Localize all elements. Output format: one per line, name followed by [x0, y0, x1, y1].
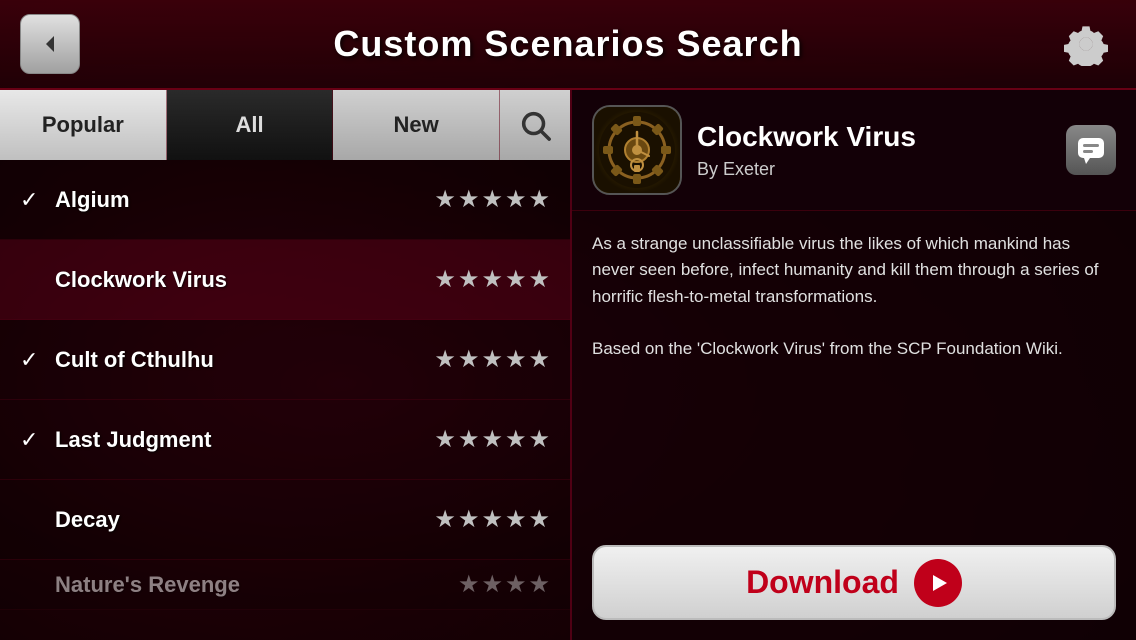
- back-button[interactable]: [20, 14, 80, 74]
- description-text: As a strange unclassifiable virus the li…: [592, 231, 1116, 310]
- list-item[interactable]: ✓ Last Judgment ★ ★ ★ ★ ★: [0, 400, 570, 480]
- check-icon: ✓: [20, 187, 50, 213]
- scenario-name: Cult of Cthulhu: [55, 347, 434, 373]
- tab-search[interactable]: [500, 90, 570, 160]
- star-rating: ★ ★ ★ ★ ★: [434, 505, 550, 534]
- star-rating: ★ ★ ★ ★ ★: [434, 265, 550, 294]
- play-triangle-icon: [927, 571, 951, 595]
- scenario-name: Last Judgment: [55, 427, 434, 453]
- scenario-name: Decay: [55, 507, 434, 533]
- header: Custom Scenarios Search: [0, 0, 1136, 90]
- star-rating: ★ ★ ★ ★ ★: [434, 345, 550, 374]
- scenario-list: ✓ Algium ★ ★ ★ ★ ★ Clockwork Virus ★ ★ ★: [0, 160, 570, 640]
- check-icon: ✓: [20, 347, 50, 373]
- download-section: Download: [572, 530, 1136, 640]
- search-icon: [518, 108, 552, 142]
- star-rating: ★ ★ ★ ★: [458, 570, 550, 599]
- tab-bar: Popular All New: [0, 90, 570, 160]
- description-extra: Based on the 'Clockwork Virus' from the …: [592, 336, 1116, 362]
- main-content: Popular All New ✓ Algium ★: [0, 90, 1136, 640]
- scenario-icon: [592, 105, 682, 195]
- detail-panel: Clockwork Virus By Exeter As a strange u…: [570, 90, 1136, 640]
- chat-icon: [1076, 136, 1106, 164]
- tab-all[interactable]: All: [167, 90, 334, 160]
- tab-popular[interactable]: Popular: [0, 90, 167, 160]
- list-item[interactable]: Clockwork Virus ★ ★ ★ ★ ★: [0, 240, 570, 320]
- scenario-name: Clockwork Virus: [55, 267, 434, 293]
- chat-button[interactable]: [1066, 125, 1116, 175]
- tab-new[interactable]: New: [333, 90, 500, 160]
- download-button[interactable]: Download: [592, 545, 1116, 620]
- left-panel: Popular All New ✓ Algium ★: [0, 90, 570, 640]
- play-icon: [914, 559, 962, 607]
- list-item[interactable]: ✓ Algium ★ ★ ★ ★ ★: [0, 160, 570, 240]
- scenario-name: Algium: [55, 187, 434, 213]
- list-item[interactable]: Nature's Revenge ★ ★ ★ ★: [0, 560, 570, 610]
- scenario-description: As a strange unclassifiable virus the li…: [572, 211, 1136, 530]
- scenario-header: Clockwork Virus By Exeter: [572, 90, 1136, 211]
- star-rating: ★ ★ ★ ★ ★: [434, 185, 550, 214]
- page-title: Custom Scenarios Search: [80, 23, 1056, 65]
- list-item[interactable]: ✓ Cult of Cthulhu ★ ★ ★ ★ ★: [0, 320, 570, 400]
- scenario-author: By Exeter: [697, 159, 1051, 180]
- star-rating: ★ ★ ★ ★ ★: [434, 425, 550, 454]
- back-icon: [38, 32, 62, 56]
- download-label: Download: [746, 564, 899, 601]
- scenario-name: Nature's Revenge: [55, 572, 458, 598]
- check-icon: ✓: [20, 427, 50, 453]
- scenario-title-area: Clockwork Virus By Exeter: [697, 121, 1051, 180]
- clockwork-icon-svg: [597, 110, 677, 190]
- settings-button[interactable]: [1056, 14, 1116, 74]
- gear-icon: [1064, 22, 1108, 66]
- scenario-detail-title: Clockwork Virus: [697, 121, 1051, 153]
- list-item[interactable]: Decay ★ ★ ★ ★ ★: [0, 480, 570, 560]
